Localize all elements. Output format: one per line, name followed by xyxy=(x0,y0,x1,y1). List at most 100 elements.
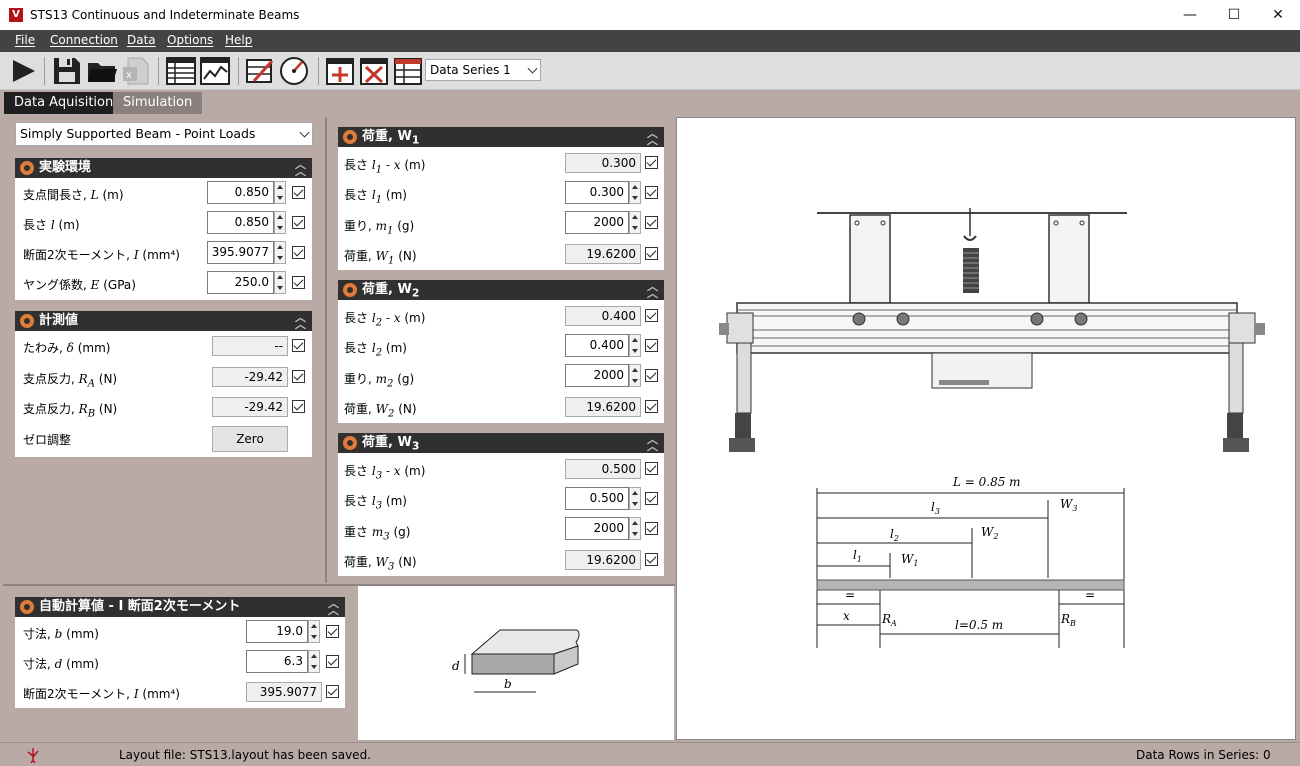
checkbox[interactable] xyxy=(645,309,658,322)
cross-section-diagram: d b xyxy=(452,629,580,693)
w3-length-input[interactable]: 0.500 xyxy=(565,487,629,510)
export-excel-icon[interactable]: x xyxy=(120,55,152,87)
checkbox[interactable] xyxy=(645,216,658,229)
spin-buttons[interactable] xyxy=(274,271,286,294)
spin-buttons[interactable] xyxy=(629,364,641,387)
checkbox[interactable] xyxy=(326,685,339,698)
checkbox[interactable] xyxy=(292,246,305,259)
checkbox[interactable] xyxy=(292,400,305,413)
gauge-icon[interactable] xyxy=(278,55,310,87)
graph-view-icon[interactable] xyxy=(199,55,231,87)
save-icon[interactable] xyxy=(51,55,83,87)
w1-row-label: 重り, m1 (g) xyxy=(344,219,415,237)
w2-length-input[interactable]: 0.400 xyxy=(565,334,629,357)
add-series-icon[interactable] xyxy=(324,55,356,87)
checkbox[interactable] xyxy=(326,625,339,638)
spin-buttons[interactable] xyxy=(629,181,641,204)
load-w2-header[interactable]: 荷重, W2 ︿ ︿ xyxy=(338,280,664,300)
checkbox[interactable] xyxy=(645,462,658,475)
checkbox[interactable] xyxy=(645,522,658,535)
spin-buttons[interactable] xyxy=(308,650,320,673)
checkbox[interactable] xyxy=(645,156,658,169)
collapse-icon[interactable]: ︿ ︿ xyxy=(328,598,339,616)
spin-buttons[interactable] xyxy=(629,487,641,510)
env-panel-header[interactable]: 実験環境 ︿ ︿ xyxy=(15,158,312,178)
edit-table-icon[interactable] xyxy=(244,55,276,87)
load-w1-header[interactable]: 荷重, W1 ︿ ︿ xyxy=(338,127,664,147)
checkbox[interactable] xyxy=(645,553,658,566)
collapse-icon[interactable]: ︿ ︿ xyxy=(295,159,306,177)
depth-d-input[interactable]: 6.3 xyxy=(246,650,308,673)
w1-load-value: 19.6200 xyxy=(565,244,641,264)
cross-section-panel: d b xyxy=(358,586,674,740)
maximize-button[interactable]: ☐ xyxy=(1212,0,1256,30)
menu-help[interactable]: Help xyxy=(225,33,252,47)
close-button[interactable]: ✕ xyxy=(1256,0,1300,30)
env-panel-title: 実験環境 xyxy=(39,160,92,175)
minimize-button[interactable]: — xyxy=(1168,0,1212,30)
w3-row-label: 長さ l3 - x (m) xyxy=(344,464,426,482)
auto-calc-header[interactable]: 自動計算値 - I 断面2次モーメント ︿ ︿ xyxy=(15,597,345,617)
env-row-label: ヤング係数, E (GPa) xyxy=(23,278,136,292)
checkbox[interactable] xyxy=(326,655,339,668)
tab-simulation[interactable]: Simulation xyxy=(113,92,203,114)
table-view-icon[interactable] xyxy=(165,55,197,87)
checkbox[interactable] xyxy=(292,370,305,383)
checkbox[interactable] xyxy=(645,339,658,352)
menu-file[interactable]: File xyxy=(15,33,35,47)
w2-mass-input[interactable]: 2000 xyxy=(565,364,629,387)
checkbox[interactable] xyxy=(292,216,305,229)
menu-options[interactable]: Options xyxy=(167,33,213,47)
spin-buttons[interactable] xyxy=(274,181,286,204)
calc-second-moment-value: 395.9077 xyxy=(246,682,322,702)
measurement-panel-header[interactable]: 計測値 ︿ ︿ xyxy=(15,311,312,331)
w3-mass-input[interactable]: 2000 xyxy=(565,517,629,540)
zero-button[interactable]: Zero xyxy=(212,426,288,452)
spin-buttons[interactable] xyxy=(308,620,320,643)
checkbox[interactable] xyxy=(292,186,305,199)
w1-length-input[interactable]: 0.300 xyxy=(565,181,629,204)
collapse-icon[interactable]: ︿ ︿ xyxy=(647,128,658,146)
data-series-select[interactable]: Data Series 1 xyxy=(425,59,541,81)
measurement-panel-title: 計測値 xyxy=(39,313,79,328)
youngs-modulus-input[interactable]: 250.0 xyxy=(207,271,274,294)
experiment-select[interactable]: Simply Supported Beam - Point Loads xyxy=(15,122,313,146)
span-length-input[interactable]: 0.850 xyxy=(207,181,274,204)
spin-buttons[interactable] xyxy=(629,211,641,234)
checkbox[interactable] xyxy=(645,369,658,382)
open-folder-icon[interactable] xyxy=(86,55,118,87)
series-table-icon[interactable] xyxy=(392,55,424,87)
toolbar-separator xyxy=(158,57,159,85)
tab-data-aquisition[interactable]: Data Aquisition xyxy=(4,92,124,114)
menu-connection[interactable]: Connection xyxy=(50,33,118,47)
spin-buttons[interactable] xyxy=(274,241,286,264)
checkbox[interactable] xyxy=(645,186,658,199)
w3-row-label: 長さ l3 (m) xyxy=(344,494,407,512)
load-w3-header[interactable]: 荷重, W3 ︿ ︿ xyxy=(338,433,664,453)
second-moment-input[interactable]: 395.9077 xyxy=(207,241,274,264)
spin-buttons[interactable] xyxy=(629,517,641,540)
spin-buttons[interactable] xyxy=(629,334,641,357)
collapse-icon[interactable]: ︿ ︿ xyxy=(647,434,658,452)
collapse-icon[interactable]: ︿ ︿ xyxy=(647,281,658,299)
load-w2-panel: 荷重, W2 ︿ ︿ 長さ l2 - x (m) 0.400 長さ l2 (m) … xyxy=(338,280,664,423)
checkbox[interactable] xyxy=(645,492,658,505)
load-w2-title: 荷重, W2 xyxy=(362,282,420,300)
checkbox[interactable] xyxy=(645,247,658,260)
delete-series-icon[interactable] xyxy=(358,55,390,87)
w2-row-label: 荷重, W2 (N) xyxy=(344,402,417,420)
play-icon[interactable] xyxy=(7,55,39,87)
tab-bar: Data Aquisition Simulation xyxy=(0,90,1300,114)
w1-mass-input[interactable]: 2000 xyxy=(565,211,629,234)
app-logo-icon: V xyxy=(9,8,23,22)
length-input[interactable]: 0.850 xyxy=(207,211,274,234)
checkbox[interactable] xyxy=(292,276,305,289)
span-label: L = 0.85 m xyxy=(952,475,1021,489)
width-b-input[interactable]: 19.0 xyxy=(246,620,308,643)
env-row-label: 支点間長さ, L (m) xyxy=(23,188,124,202)
checkbox[interactable] xyxy=(645,400,658,413)
collapse-icon[interactable]: ︿ ︿ xyxy=(295,312,306,330)
menu-data[interactable]: Data xyxy=(127,33,156,47)
checkbox[interactable] xyxy=(292,339,305,352)
spin-buttons[interactable] xyxy=(274,211,286,234)
